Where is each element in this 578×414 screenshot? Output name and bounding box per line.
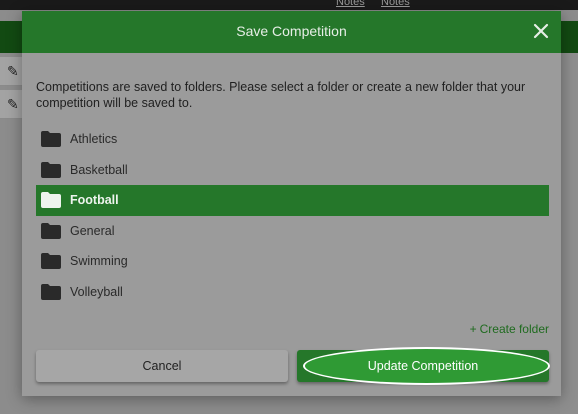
- close-icon: [533, 23, 549, 39]
- create-folder-label: Create folder: [479, 322, 549, 336]
- folder-label: General: [70, 223, 115, 238]
- close-button[interactable]: [531, 21, 551, 41]
- folder-icon: [41, 192, 61, 209]
- folder-label: Swimming: [70, 254, 128, 269]
- plus-icon: +: [469, 322, 477, 336]
- folder-item-swimming[interactable]: Swimming: [36, 246, 549, 277]
- dialog-header: Save Competition: [22, 11, 561, 53]
- save-competition-dialog: Save Competition Competitions are saved …: [22, 11, 561, 396]
- update-competition-button[interactable]: Update Competition: [297, 347, 550, 385]
- background-row: ✎: [0, 57, 22, 86]
- folder-label: Football: [70, 193, 119, 208]
- background-right-strip: [560, 53, 578, 414]
- folder-item-football[interactable]: Football: [36, 185, 549, 216]
- background-notes-link: Notes: [336, 0, 365, 8]
- create-folder-link[interactable]: + Create folder: [470, 322, 549, 336]
- background-top-bar: [0, 0, 578, 10]
- update-competition-label: Update Competition: [367, 359, 479, 373]
- folder-icon: [41, 131, 61, 147]
- folder-item-general[interactable]: General: [36, 216, 549, 247]
- background-notes-link: Notes: [381, 0, 410, 8]
- folder-icon: [41, 161, 61, 178]
- folder-list: Athletics Basketball Football General Sw…: [36, 124, 549, 308]
- pencil-icon: ✎: [7, 96, 19, 112]
- folder-label: Volleyball: [70, 284, 123, 299]
- folder-item-volleyball[interactable]: Volleyball: [36, 277, 549, 308]
- dialog-instructions: Competitions are saved to folders. Pleas…: [36, 80, 526, 110]
- folder-item-athletics[interactable]: Athletics: [36, 124, 549, 155]
- background-row: ✎: [0, 90, 22, 119]
- pencil-icon: ✎: [7, 63, 19, 79]
- folder-label: Athletics: [70, 132, 118, 146]
- cancel-button[interactable]: Cancel: [36, 350, 288, 382]
- folder-icon: [41, 253, 61, 270]
- folder-item-basketball[interactable]: Basketball: [36, 155, 549, 186]
- dialog-title: Save Competition: [236, 23, 347, 39]
- folder-label: Basketball: [70, 162, 128, 177]
- folder-icon: [41, 222, 61, 239]
- folder-icon: [41, 283, 61, 300]
